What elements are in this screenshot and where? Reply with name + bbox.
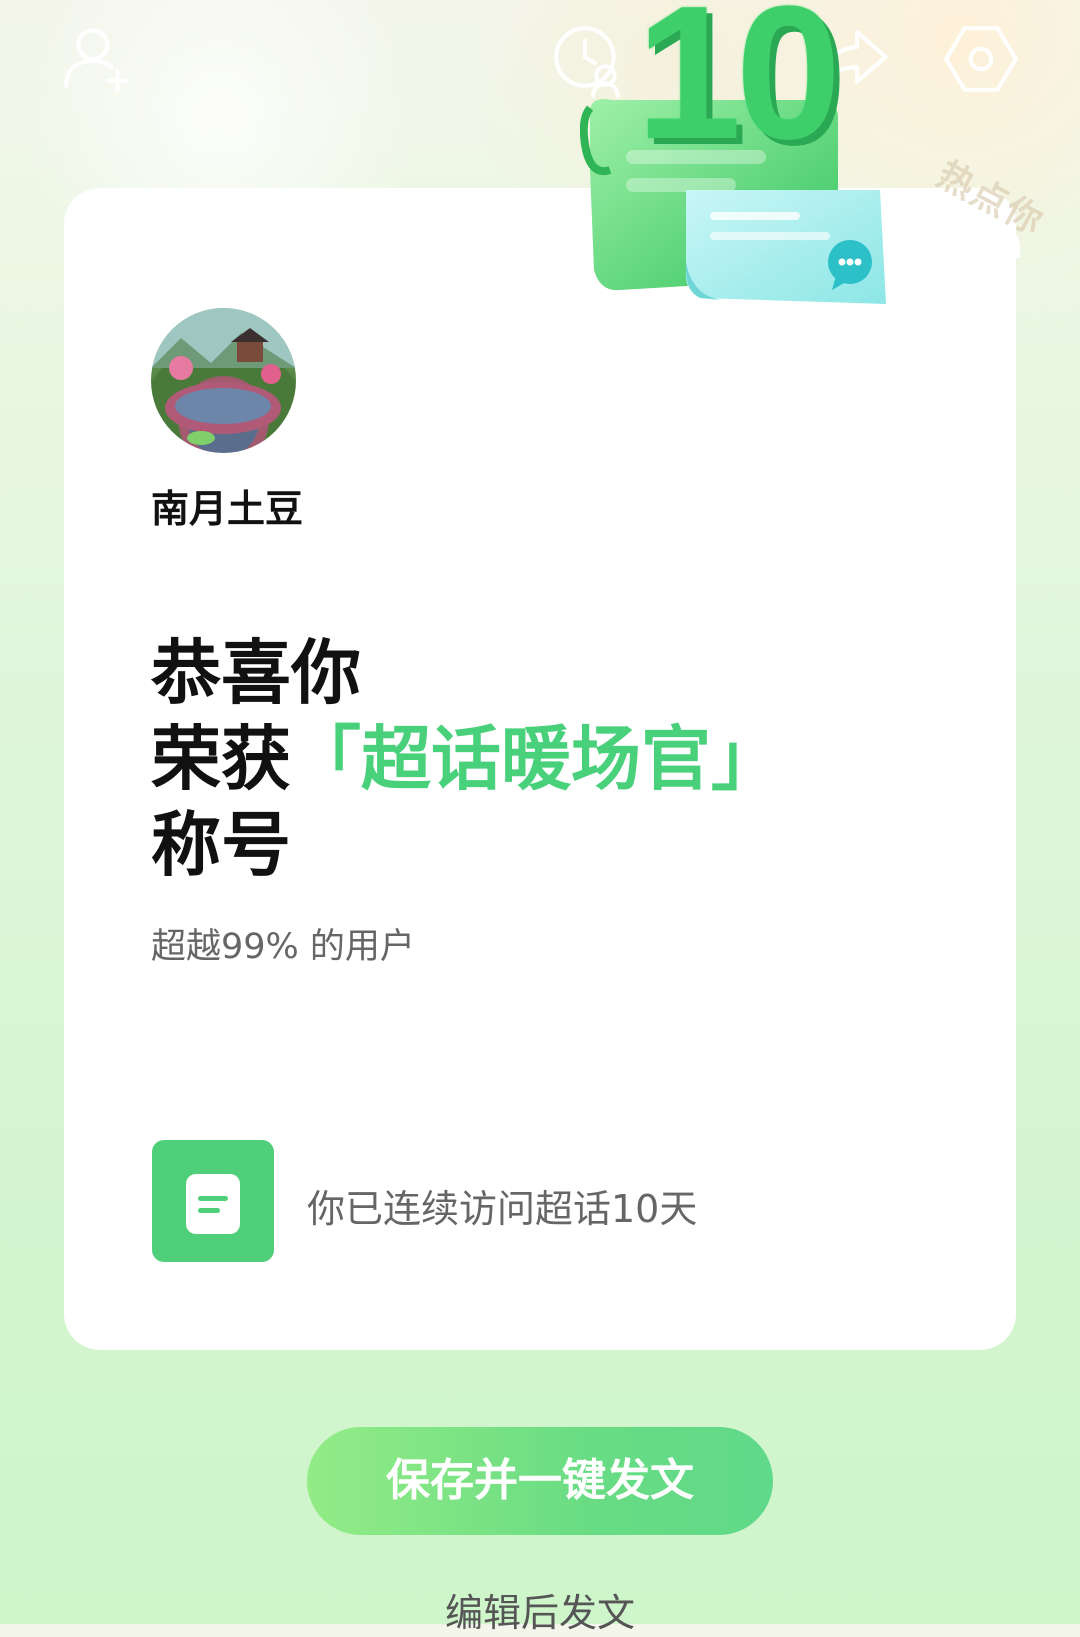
badge-number: 10 <box>636 0 841 179</box>
percent-text: 超越99% 的用户 <box>151 927 415 967</box>
add-friend-icon[interactable] <box>56 18 138 100</box>
visit-streak-text: 你已连续访问超话10天 <box>307 1187 698 1231</box>
edit-then-post-link[interactable]: 编辑后发文 <box>0 1582 1080 1637</box>
headline-line3: 称号 <box>151 804 291 886</box>
headline-line1: 恭喜你 <box>151 632 361 714</box>
settings-icon[interactable] <box>940 18 1022 100</box>
avatar[interactable] <box>151 308 296 453</box>
document-icon <box>152 1140 274 1262</box>
headline-line2: 荣获「超话暖场官」 <box>151 716 781 802</box>
avatar-image <box>151 308 296 445</box>
headline-line2-prefix: 荣获 <box>151 718 291 800</box>
username[interactable]: 南月土豆 <box>151 478 303 533</box>
badge-illustration: 10 <box>579 0 920 320</box>
save-and-post-button[interactable]: 保存并一键发文 <box>307 1427 773 1535</box>
congrats-headline: 恭喜你 荣获「超话暖场官」 称号 <box>151 630 781 888</box>
title-name: 「超话暖场官」 <box>291 718 781 800</box>
